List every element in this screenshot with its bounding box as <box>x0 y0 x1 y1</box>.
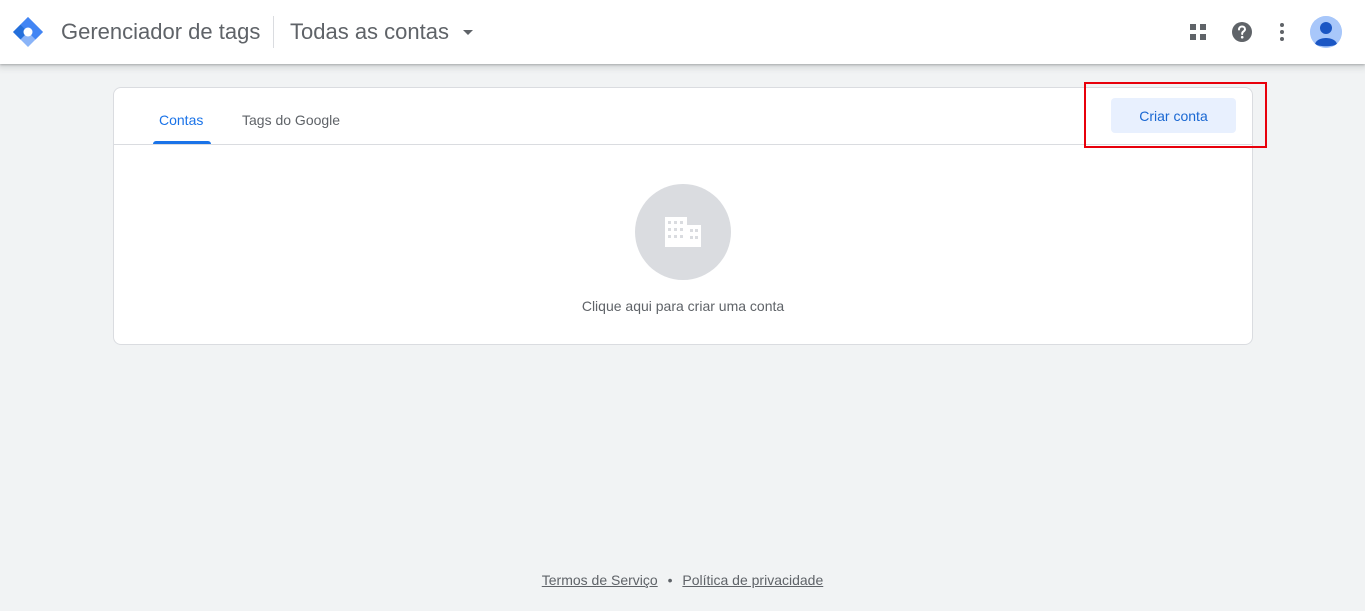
building-icon <box>665 217 701 247</box>
header-divider <box>273 16 274 48</box>
tab-tags-do-google[interactable]: Tags do Google <box>242 112 340 128</box>
tab-bar: Contas Tags do Google <box>114 88 1252 145</box>
tag-manager-logo-icon[interactable] <box>12 16 44 48</box>
tab-contas[interactable]: Contas <box>159 112 203 128</box>
footer: Termos de Serviço • Política de privacid… <box>0 572 1365 588</box>
chevron-down-icon <box>462 29 473 35</box>
active-tab-indicator <box>153 141 211 144</box>
help-icon[interactable] <box>1226 16 1258 48</box>
top-app-bar: Gerenciador de tags Todas as contas <box>0 0 1365 64</box>
create-account-button[interactable]: Criar conta <box>1111 98 1236 133</box>
apps-icon[interactable] <box>1182 16 1214 48</box>
privacy-policy-link[interactable]: Política de privacidade <box>682 572 823 588</box>
avatar-icon[interactable] <box>1310 16 1342 48</box>
account-selector[interactable]: Todas as contas <box>290 16 473 48</box>
terms-of-service-link[interactable]: Termos de Serviço <box>542 572 658 588</box>
empty-state-text[interactable]: Clique aqui para criar uma conta <box>114 298 1252 314</box>
empty-state-illustration[interactable] <box>635 184 731 280</box>
account-selector-label: Todas as contas <box>290 19 449 44</box>
footer-separator: • <box>667 572 673 588</box>
accounts-card: Contas Tags do Google Criar conta Clique… <box>113 82 1267 345</box>
app-title: Gerenciador de tags <box>61 19 261 44</box>
more-vert-icon[interactable] <box>1266 16 1298 48</box>
